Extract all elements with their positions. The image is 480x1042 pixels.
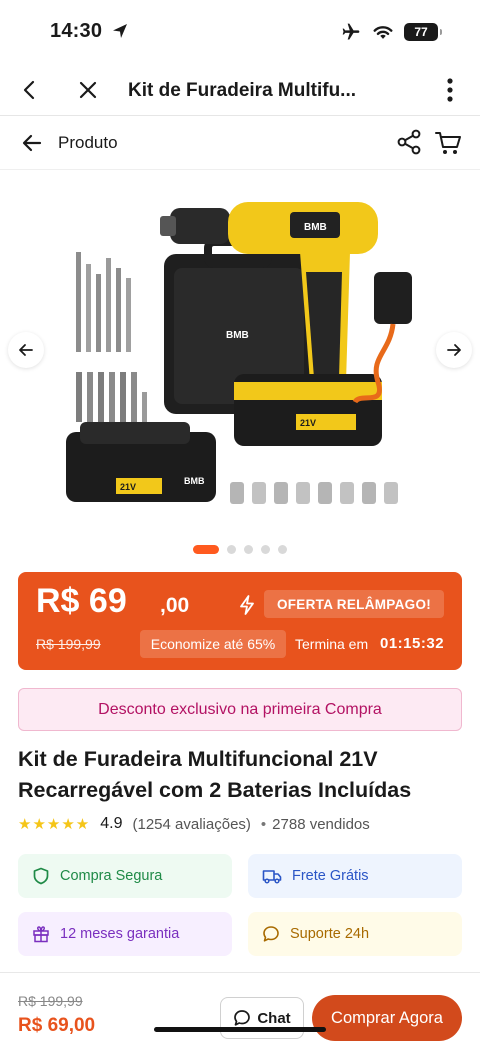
rating-row: ★★★★★ 4.9 (1254 avaliações) • 2788 vendi… <box>18 815 370 833</box>
gift-icon <box>33 926 49 943</box>
sockets-illustration <box>230 482 398 504</box>
carousel-dot[interactable] <box>261 545 270 554</box>
sold-count: 2788 vendidos <box>272 815 370 833</box>
star-rating-icon: ★★★★★ <box>18 816 91 833</box>
arrow-left-icon[interactable] <box>20 131 44 155</box>
status-icons: 77 <box>340 22 442 42</box>
arrow-left-icon <box>19 344 33 356</box>
location-arrow-icon <box>113 24 127 38</box>
bottom-original-price: R$ 199,99 <box>18 993 83 1009</box>
chat-button-label: Chat <box>257 1009 291 1027</box>
product-title-line: Recarregável com 2 Baterias Incluídas <box>18 778 412 802</box>
carousel-pagination <box>0 545 480 554</box>
feature-free-shipping: Frete Grátis <box>248 854 462 898</box>
carousel-dot[interactable] <box>193 545 219 554</box>
spare-battery-illustration: 21V BMB <box>66 422 216 502</box>
sale-price-cents: ,00 <box>160 594 190 617</box>
browser-top-nav: Kit de Furadeira Multifu... <box>0 64 480 116</box>
savings-badge: Economize até 65% <box>140 630 286 658</box>
rating-value: 4.9 <box>100 815 123 832</box>
carousel-dot[interactable] <box>278 545 287 554</box>
feature-secure-purchase: Compra Segura <box>18 854 232 898</box>
share-icon[interactable] <box>396 129 422 155</box>
drill-battery-label: 21V <box>300 418 316 428</box>
airplane-icon <box>342 23 360 40</box>
carousel-next-button[interactable] <box>436 332 472 368</box>
carousel-prev-button[interactable] <box>8 332 44 368</box>
product-header-label: Produto <box>58 133 118 152</box>
chevron-left-icon[interactable] <box>18 78 42 102</box>
close-icon[interactable] <box>76 78 100 102</box>
more-vertical-icon[interactable] <box>440 76 460 104</box>
lightning-icon <box>240 595 254 615</box>
home-indicator[interactable] <box>154 1027 326 1032</box>
bottom-sale-price: R$ 69,00 <box>18 1015 96 1036</box>
flash-sale-price-card: R$ 69 ,00 OFERTA RELÂMPAGO! R$ 199,99 Ec… <box>18 572 462 670</box>
product-header: Produto <box>0 116 480 170</box>
wifi-icon <box>373 26 393 39</box>
chat-bubble-icon <box>234 1010 251 1026</box>
page-title: Kit de Furadeira Multifu... <box>128 80 357 101</box>
feature-label: Compra Segura <box>60 868 163 884</box>
feature-label: 12 meses garantia <box>60 926 180 942</box>
carousel-dot[interactable] <box>244 545 253 554</box>
carousel-dot[interactable] <box>227 545 236 554</box>
status-bar: 14:30 77 <box>0 0 480 64</box>
countdown-timer: 01:15:32 <box>380 635 445 652</box>
product-title: Kit de Furadeira Multifuncional 21V Reca… <box>18 744 462 806</box>
product-image: BMB BMB 21V 21V BMB <box>66 202 412 504</box>
chat-bubble-icon <box>263 926 279 942</box>
battery-indicator: 77 <box>404 23 442 41</box>
status-time: 14:30 <box>50 20 103 42</box>
bullet-separator: • <box>260 815 267 833</box>
case-brand-text: BMB <box>226 330 249 341</box>
battery-brand-text: BMB <box>184 476 205 486</box>
truck-icon <box>262 870 282 884</box>
feature-warranty: 12 meses garantia <box>18 912 232 956</box>
review-count[interactable]: (1254 avaliações) <box>133 816 251 833</box>
drill-bits-illustration <box>76 252 147 422</box>
arrow-right-icon <box>447 344 461 356</box>
original-price: R$ 199,99 <box>36 636 101 652</box>
sale-price: R$ 69 <box>36 582 127 620</box>
chat-button[interactable]: Chat <box>220 997 304 1039</box>
shield-icon <box>33 867 49 885</box>
countdown-label: Termina em <box>295 636 369 652</box>
feature-support: Suporte 24h <box>248 912 462 956</box>
cart-icon[interactable] <box>434 129 462 157</box>
drill-brand-text: BMB <box>304 222 327 233</box>
feature-label: Suporte 24h <box>290 926 370 942</box>
product-image-carousel[interactable]: BMB BMB 21V 21V BMB <box>0 172 480 534</box>
product-title-line: Kit de Furadeira Multifuncional 21V <box>18 747 378 771</box>
flash-offer-badge: OFERTA RELÂMPAGO! <box>264 590 444 618</box>
first-purchase-discount-banner[interactable]: Desconto exclusivo na primeira Compra <box>18 688 462 731</box>
battery-label: 21V <box>120 482 136 492</box>
feature-label: Frete Grátis <box>292 868 369 884</box>
buy-now-button[interactable]: Comprar Agora <box>312 995 462 1041</box>
